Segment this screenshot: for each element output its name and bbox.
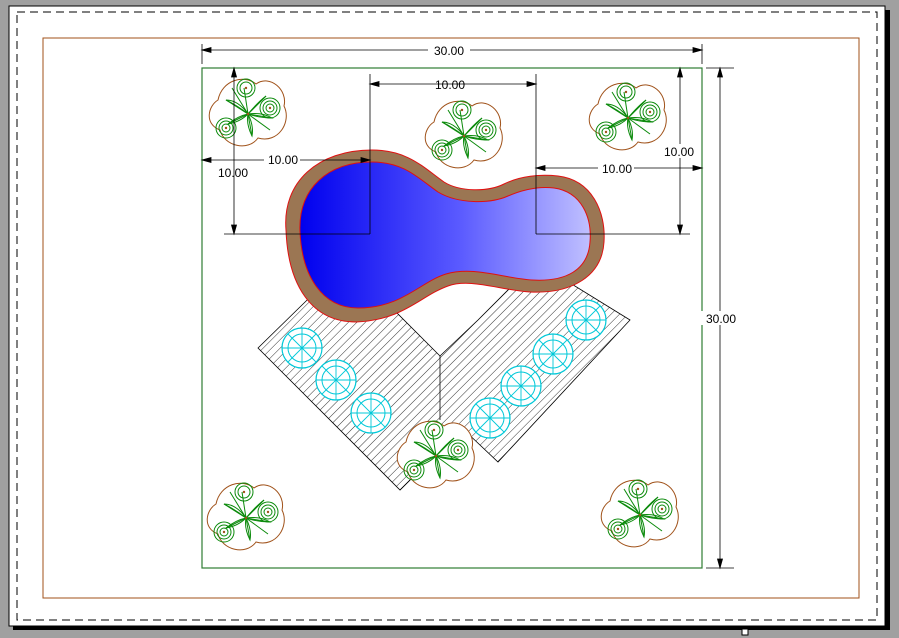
viewport-grip-handle[interactable] [741,628,749,636]
cad-layout-sheet: 30.00 30.00 10.00 10.00 10.00 10.00 10.0… [8,5,890,636]
paper-shadow-bottom [13,626,890,630]
dim-overall-height: 30.00 [706,312,736,326]
umbrella-icon [500,365,542,407]
umbrella-icon [281,327,323,369]
umbrella-icon [350,392,392,434]
paper-sheet [8,5,886,627]
dim-left-center-horizontal: 10.00 [268,153,298,167]
dim-right-center-horizontal: 10.00 [602,162,632,176]
dim-right-center-vertical: 10.00 [664,145,694,159]
dim-overall-width: 30.00 [434,44,464,58]
umbrella-icon [469,397,511,439]
dim-pool-center-spacing: 10.00 [435,78,465,92]
umbrella-icon [565,299,607,341]
umbrella-icon [315,359,357,401]
paper-shadow-right [885,10,890,630]
umbrella-icon [532,333,574,375]
dim-left-center-vertical: 10.00 [218,166,248,180]
